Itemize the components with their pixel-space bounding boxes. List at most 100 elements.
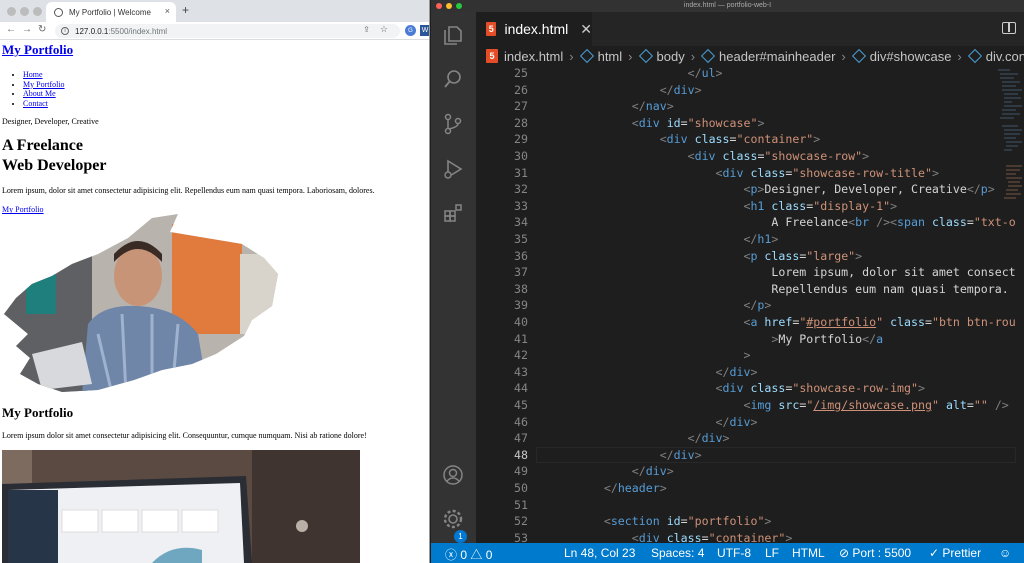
language-mode[interactable]: HTML: [792, 546, 825, 560]
code-editor[interactable]: 25 26 27 28 29 30 31 32 33 34 35 36 37 38 39 40 41 42 43 44…: [476, 66, 1016, 544]
extensions-icon[interactable]: [442, 202, 464, 224]
bookmark-star-icon[interactable]: ☆: [380, 24, 388, 35]
code-line-49: </div>: [631, 464, 674, 479]
code-line-31: <div class="showcase-row-title">: [715, 165, 939, 180]
back-arrow-icon[interactable]: ←: [6, 24, 16, 35]
browser-tab[interactable]: My Portfolio | Welcome ×: [46, 2, 176, 22]
reload-icon[interactable]: ↻: [38, 24, 46, 35]
code-line-37: Lorem ipsum, dolor sit amet consectetur …: [771, 265, 1016, 280]
browser-window: My Portfolio | Welcome × + ← → ↻ i 127.0…: [0, 0, 430, 563]
line-number: 34: [514, 215, 528, 230]
vscode-window: index.html — portfolio-web-I 1 5 index.h…: [431, 0, 1024, 563]
nav-about-link[interactable]: About Me: [23, 89, 56, 98]
line-number: 26: [514, 82, 528, 97]
breadcrumb-container[interactable]: ›div.conta: [951, 49, 1024, 64]
cursor-position[interactable]: Ln 48, Col 23: [564, 546, 635, 560]
breadcrumb-body[interactable]: › body: [622, 49, 685, 64]
tab-index-html[interactable]: 5 index.html ✕: [476, 12, 592, 46]
feedback-icon[interactable]: ☺: [999, 546, 1011, 560]
code-line-33: <h1 class="display-1">: [743, 198, 898, 213]
code-line-30: <div class="showcase-row">: [687, 149, 870, 163]
line-number: 46: [514, 414, 528, 429]
line-number: 52: [514, 514, 528, 529]
tab-title: My Portfolio | Welcome: [69, 7, 151, 17]
url-host: 127.0.0.1: [75, 26, 109, 36]
line-number: 36: [514, 248, 528, 263]
breadcrumb-header[interactable]: › header#mainheader: [685, 49, 836, 64]
line-number: 35: [514, 232, 528, 246]
word-extension-icon[interactable]: W: [420, 25, 429, 36]
portfolio-section-title: My Portfolio: [2, 405, 74, 420]
address-toolbar: ← → ↻ i 127.0.0.1:5500/index.html ⇪ ☆ G …: [0, 22, 429, 40]
html5-file-icon: 5: [486, 22, 497, 36]
code-minimap[interactable]: [996, 66, 1024, 246]
code-line-35: </h1>: [743, 232, 779, 246]
nav-contact-link[interactable]: Contact: [23, 99, 48, 108]
code-line-40: <a href="#portfolio" class="btn btn-roun…: [743, 315, 1016, 329]
breadcrumb-showcase[interactable]: › div#showcase: [835, 49, 951, 64]
code-line-29: <div class="container">: [659, 132, 821, 147]
line-number: 42: [514, 348, 528, 363]
forward-arrow-icon[interactable]: →: [22, 24, 32, 35]
line-number: 28: [514, 115, 528, 130]
explorer-files-icon[interactable]: [442, 24, 464, 46]
code-line-41: >My Portfolio</a: [771, 331, 884, 346]
line-number: 33: [514, 198, 528, 213]
vscode-close-button[interactable]: [436, 3, 442, 9]
live-server-port[interactable]: ⊘ Port : 5500: [839, 546, 911, 560]
problems-indicator[interactable]: ⓧ 0 △ 0: [445, 546, 492, 563]
breadcrumb-html[interactable]: › html: [563, 49, 622, 64]
eol-setting[interactable]: LF: [765, 546, 779, 560]
source-control-icon[interactable]: [442, 113, 464, 135]
editor-tab-bar: 5 index.html ✕: [476, 12, 1024, 46]
code-line-47: </div>: [687, 431, 730, 446]
activity-bar: 1: [431, 12, 476, 543]
web-page-content: My Portfolio Home My Portfolio About Me …: [2, 40, 428, 214]
encoding-setting[interactable]: UTF-8: [717, 546, 751, 560]
address-bar[interactable]: i 127.0.0.1:5500/index.html ⇪ ☆: [55, 24, 400, 38]
vscode-zoom-button[interactable]: [456, 3, 462, 9]
line-number: 50: [514, 481, 528, 495]
prettier-status[interactable]: ✓ Prettier: [929, 546, 981, 560]
nav-portfolio-link[interactable]: My Portfolio: [23, 80, 65, 89]
line-number: 32: [514, 182, 528, 197]
showcase-photo: [4, 214, 278, 392]
indentation-setting[interactable]: Spaces: 4: [651, 546, 704, 560]
line-number: 47: [514, 431, 528, 446]
split-editor-icon[interactable]: [1002, 22, 1016, 34]
code-line-27: </nav>: [631, 99, 674, 114]
run-debug-icon[interactable]: [442, 158, 464, 180]
code-line-28: <div id="showcase">: [631, 115, 765, 130]
code-line-43: </div>: [715, 364, 758, 379]
close-window-button[interactable]: [7, 7, 16, 16]
html5-file-icon: 5: [486, 49, 498, 63]
vscode-minimize-button[interactable]: [446, 3, 452, 9]
code-line-44: <div class="showcase-row-img">: [715, 381, 925, 396]
close-tab-icon[interactable]: ✕: [580, 21, 592, 38]
site-info-icon[interactable]: i: [61, 27, 69, 35]
zoom-window-button[interactable]: [33, 7, 42, 16]
extensions-update-badge: 1: [454, 530, 467, 543]
laptop-dashboard-photo: [2, 450, 360, 563]
browser-tab-bar: My Portfolio | Welcome × +: [0, 0, 429, 22]
code-line-32: <p>Designer, Developer, Creative</p>: [743, 182, 995, 197]
breadcrumb-file[interactable]: 5 index.html: [486, 49, 563, 64]
line-number: 25: [514, 66, 528, 80]
headline: A Freelance Web Developer: [2, 136, 428, 176]
close-tab-icon[interactable]: ×: [165, 6, 170, 16]
settings-gear-icon[interactable]: [442, 508, 464, 530]
line-number: 29: [514, 132, 528, 147]
new-tab-button[interactable]: +: [182, 3, 189, 17]
code-line-45: <img src="/img/showcase.png" alt="" />: [743, 398, 1009, 412]
line-number: 37: [514, 265, 528, 280]
line-number: 31: [514, 165, 528, 180]
line-number: 39: [514, 298, 528, 313]
nav-home-link[interactable]: Home: [23, 70, 43, 79]
vscode-title-bar: index.html — portfolio-web-I: [431, 0, 1024, 12]
account-icon[interactable]: [442, 464, 464, 486]
logo-link[interactable]: My Portfolio: [2, 42, 73, 57]
search-icon[interactable]: [442, 68, 464, 90]
share-icon[interactable]: ⇪: [363, 25, 370, 34]
extension-icon[interactable]: G: [405, 25, 416, 36]
minimize-window-button[interactable]: [20, 7, 29, 16]
